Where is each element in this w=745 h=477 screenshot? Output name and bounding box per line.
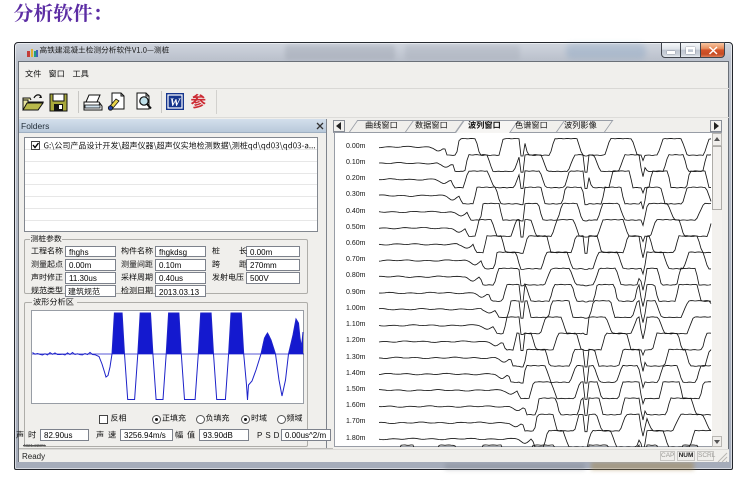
svg-text:W: W xyxy=(170,95,182,109)
